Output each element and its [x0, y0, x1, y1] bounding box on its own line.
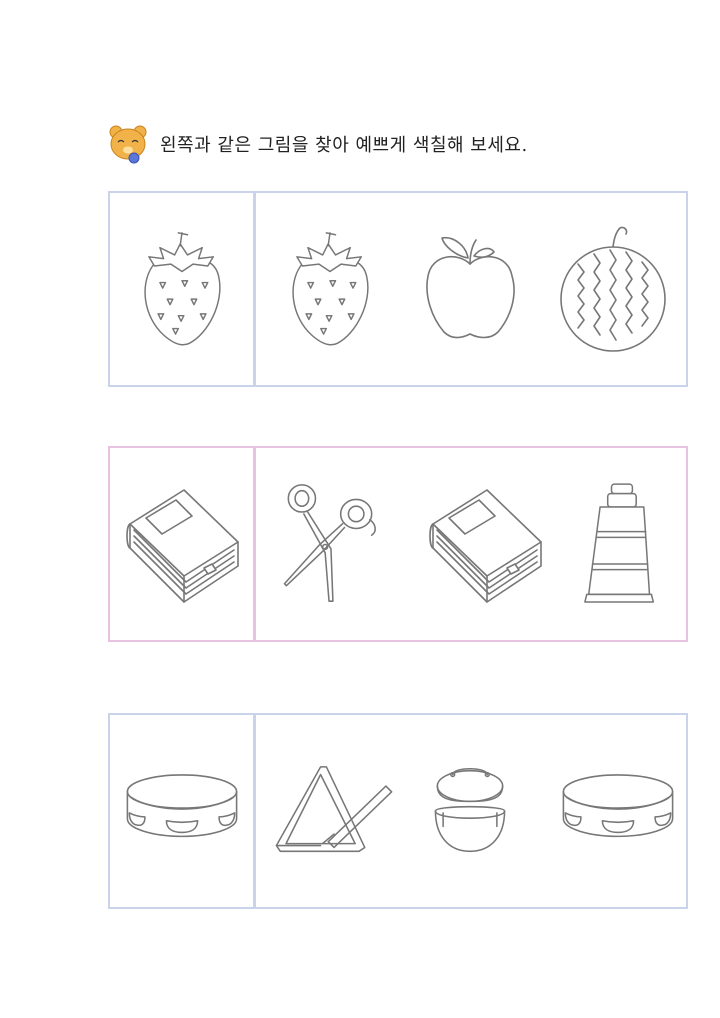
option-cell-2 — [415, 448, 555, 640]
paint-tube-icon[interactable] — [583, 481, 659, 607]
row-stationery — [108, 446, 688, 642]
option-cell-2 — [410, 715, 530, 907]
scissors-icon[interactable] — [276, 481, 384, 607]
option-cell-2 — [400, 193, 540, 385]
book-icon[interactable] — [122, 484, 242, 604]
row-instruments — [108, 713, 688, 909]
option-cell-1 — [260, 715, 410, 907]
watermelon-icon[interactable] — [558, 224, 668, 354]
option-cell-3 — [540, 193, 686, 385]
apple-icon[interactable] — [420, 234, 520, 344]
option-cell-1 — [260, 448, 400, 640]
row-divider — [253, 193, 256, 385]
instruction-header: 왼쪽과 같은 그림을 찾아 예쁘게 색칠해 보세요. — [104, 122, 528, 166]
instruction-text: 왼쪽과 같은 그림을 찾아 예쁘게 색칠해 보세요. — [160, 135, 528, 156]
option-cell-3 — [550, 715, 686, 907]
option-cell-3 — [555, 448, 686, 640]
book-icon[interactable] — [425, 484, 545, 604]
castanets-icon[interactable] — [422, 763, 518, 859]
row-divider — [253, 715, 256, 907]
target-cell — [110, 448, 253, 640]
target-cell — [110, 193, 253, 385]
row-fruits — [108, 191, 688, 387]
row-divider — [253, 448, 256, 640]
bear-icon — [104, 122, 152, 166]
strawberry-icon[interactable] — [284, 227, 376, 351]
option-cell-1 — [260, 193, 400, 385]
tambourine-icon[interactable] — [123, 772, 241, 850]
triangle-icon[interactable] — [272, 763, 398, 859]
strawberry-icon[interactable] — [136, 227, 228, 351]
tambourine-icon[interactable] — [559, 772, 677, 850]
target-cell — [110, 715, 253, 907]
